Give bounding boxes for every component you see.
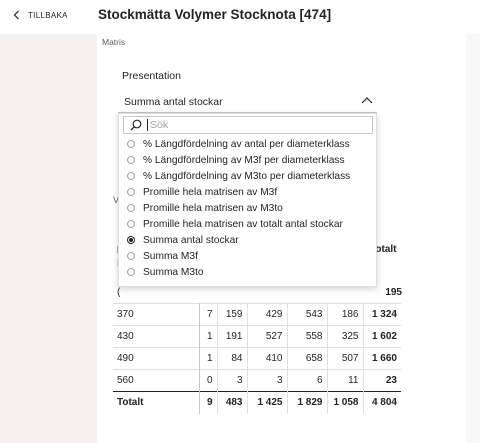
- right-edge: [466, 34, 480, 443]
- cell: 658: [287, 347, 328, 370]
- option-item[interactable]: Promille hela matrisen av M3f: [127, 184, 277, 200]
- cell: 1 829: [287, 391, 328, 414]
- first-row-total: 195: [385, 287, 402, 298]
- top-bar: TILLBAKA Stockmätta Volymer Stocknota [4…: [0, 0, 480, 34]
- radio-icon: [127, 268, 135, 276]
- presentation-selected-value: Summa antal stockar: [124, 96, 223, 108]
- cell: 7: [199, 303, 218, 326]
- option-label: % Längdfördelning av M3f per diameterkla…: [143, 154, 345, 166]
- cell: 3: [217, 369, 248, 392]
- matrix-peek-row-label: (: [117, 287, 121, 298]
- radio-icon: [127, 252, 135, 260]
- chevron-left-icon: [13, 10, 19, 20]
- radio-icon: [127, 220, 135, 228]
- option-item-selected[interactable]: Summa antal stockar: [127, 232, 239, 248]
- row-total: 1 660: [363, 347, 401, 370]
- presentation-dropdown[interactable]: Summa antal stockar: [118, 91, 377, 113]
- cell: 325: [327, 325, 364, 348]
- row-header: 560: [113, 369, 200, 392]
- presentation-label: Presentation: [122, 70, 181, 82]
- cell: 558: [287, 325, 328, 348]
- cell: 507: [327, 347, 364, 370]
- row-header: 490: [113, 347, 200, 370]
- option-label: % Längdfördelning av M3to per diameterkl…: [143, 170, 351, 182]
- presentation-dropdown-popup: Sök % Längdfördelning av antal per diame…: [118, 113, 377, 287]
- cell: 9: [199, 391, 218, 414]
- cell: 0: [199, 369, 218, 392]
- cell: 159: [217, 303, 248, 326]
- search-input[interactable]: Sök: [123, 116, 373, 134]
- option-label: Promille hela matrisen av M3f: [143, 186, 278, 198]
- cell: 84: [217, 347, 248, 370]
- cell: 1: [199, 347, 218, 370]
- cell: 483: [217, 391, 248, 414]
- section-label: Matris: [102, 37, 126, 47]
- option-label: Summa antal stockar: [143, 234, 239, 246]
- row-total: 1 324: [363, 303, 401, 326]
- row-header: Totalt: [113, 391, 200, 414]
- cell: 186: [327, 303, 364, 326]
- radio-icon: [127, 156, 135, 164]
- option-label: Promille hela matrisen av totalt antal s…: [143, 218, 343, 230]
- cell: 527: [247, 325, 288, 348]
- radio-icon: [127, 140, 135, 148]
- option-item[interactable]: Summa M3to: [127, 264, 204, 280]
- grand-total: 4 804: [363, 391, 401, 414]
- row-total: 23: [363, 369, 401, 392]
- cell: 1 058: [327, 391, 364, 414]
- option-label: % Längdfördelning av antal per diameterk…: [143, 138, 350, 150]
- option-label: Promille hela matrisen av M3to: [143, 202, 283, 214]
- total-row: Totalt 9 483 1 425 1 829 1 058 4 804: [113, 391, 401, 414]
- back-label: TILLBAKA: [28, 10, 68, 20]
- text-caret: [147, 119, 148, 131]
- cell: 11: [327, 369, 364, 392]
- option-item[interactable]: Promille hela matrisen av totalt antal s…: [127, 216, 343, 232]
- page-title: Stockmätta Volymer Stocknota [474]: [98, 7, 332, 22]
- option-item[interactable]: % Längdfördelning av antal per diameterk…: [127, 136, 350, 152]
- option-label: Summa M3f: [143, 250, 198, 262]
- cell: 3: [247, 369, 288, 392]
- table-row: 430 1 191 527 558 325 1 602: [113, 325, 401, 348]
- matrix-table: 370 7 159 429 543 186 1 324 430 1 191 52…: [113, 303, 401, 414]
- cell: 6: [287, 369, 328, 392]
- option-item[interactable]: % Längdfördelning av M3f per diameterkla…: [127, 152, 345, 168]
- table-row: 490 1 84 410 658 507 1 660: [113, 347, 401, 370]
- cell: 191: [217, 325, 248, 348]
- table-row: 560 0 3 3 6 11 23: [113, 369, 401, 392]
- row-header: 370: [113, 303, 200, 326]
- cell: 1 425: [247, 391, 288, 414]
- left-pane: [0, 34, 97, 443]
- radio-icon: [127, 172, 135, 180]
- radio-icon: [127, 204, 135, 212]
- chevron-up-icon: [361, 97, 373, 104]
- cell: 410: [247, 347, 288, 370]
- cell: 543: [287, 303, 328, 326]
- table-row: 370 7 159 429 543 186 1 324: [113, 303, 401, 326]
- search-placeholder: Sök: [150, 119, 169, 131]
- row-header: 430: [113, 325, 200, 348]
- back-button[interactable]: TILLBAKA: [12, 10, 68, 20]
- option-label: Summa M3to: [143, 266, 204, 278]
- option-item[interactable]: Promille hela matrisen av M3to: [127, 200, 283, 216]
- search-icon: [130, 119, 142, 131]
- radio-icon: [127, 188, 135, 196]
- option-item[interactable]: % Längdfördelning av M3to per diameterkl…: [127, 168, 350, 184]
- row-total: 1 602: [363, 325, 401, 348]
- radio-selected-icon: [127, 236, 135, 244]
- cell: 1: [199, 325, 218, 348]
- option-item[interactable]: Summa M3f: [127, 248, 198, 264]
- cell: 429: [247, 303, 288, 326]
